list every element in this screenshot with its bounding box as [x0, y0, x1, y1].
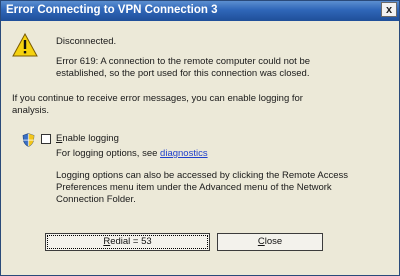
info-line-2: analysis.: [12, 105, 49, 116]
enable-logging-checkbox[interactable]: [41, 134, 51, 144]
title-bar[interactable]: Error Connecting to VPN Connection 3 x: [1, 1, 399, 21]
error-line-2: established, so the port used for this c…: [56, 68, 310, 79]
shield-icon: [22, 133, 35, 147]
error-line-1: Error 619: A connection to the remote co…: [56, 56, 311, 67]
close-window-button[interactable]: x: [381, 2, 397, 17]
error-message: Error 619: A connection to the remote co…: [56, 56, 376, 80]
status-text: Disconnected.: [56, 36, 117, 47]
dialog-body: Disconnected. Error 619: A connection to…: [1, 21, 399, 275]
redial-button[interactable]: Redial = 53: [45, 233, 210, 251]
info-line-1: If you continue to receive error message…: [12, 93, 303, 104]
vpn-error-dialog: Error Connecting to VPN Connection 3 x D…: [0, 0, 400, 276]
logging-options-text: For logging options, see diagnostics: [56, 148, 208, 159]
enable-logging-label-text: nable logging: [62, 133, 119, 144]
access-line-2: Preferences menu item under the Advanced…: [56, 182, 332, 193]
access-instructions: Logging options can also be accessed by …: [56, 170, 376, 206]
window-title: Error Connecting to VPN Connection 3: [6, 4, 218, 16]
logging-options-prefix: For logging options, see: [56, 148, 161, 159]
redial-label: edial = 53: [110, 236, 152, 247]
close-label: lose: [264, 236, 283, 247]
info-message: If you continue to receive error message…: [12, 93, 367, 117]
diagnostics-link[interactable]: diagnostics: [160, 148, 208, 159]
warning-icon: [12, 33, 38, 57]
close-mnemonic: C: [257, 236, 265, 247]
access-line-1: Logging options can also be accessed by …: [56, 170, 349, 181]
enable-logging-label[interactable]: Enable logging: [56, 133, 119, 144]
access-line-3: Connection Folder.: [56, 194, 136, 205]
close-button[interactable]: Close: [217, 233, 323, 251]
